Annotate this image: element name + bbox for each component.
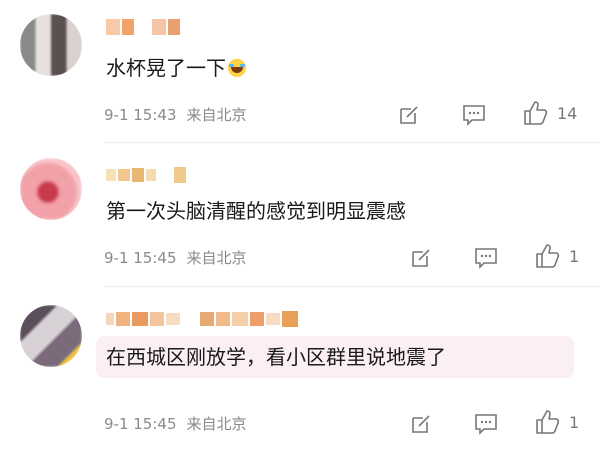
timestamp: 9-1 15:45 — [104, 415, 177, 433]
location: 来自北京 — [186, 249, 247, 267]
thumbs-up-icon — [524, 101, 548, 125]
comment-meta: 9-1 15:45 来自北京 — [104, 248, 247, 268]
timestamp: 9-1 15:43 — [104, 106, 177, 124]
reply-button[interactable] — [474, 246, 498, 270]
repost-icon — [412, 249, 430, 267]
username-blurred[interactable] — [106, 16, 180, 38]
thumbs-up-icon — [536, 410, 560, 434]
comment-text-highlighted: 在西城区刚放学，看小区群里说地震了 — [96, 336, 574, 378]
avatar[interactable] — [20, 305, 82, 367]
like-button[interactable]: 1 — [535, 410, 579, 434]
like-count: 1 — [569, 412, 580, 432]
reply-button[interactable] — [474, 412, 498, 436]
comment-icon — [463, 105, 485, 126]
divider — [104, 142, 600, 143]
comment-meta: 9-1 15:43 来自北京 — [104, 105, 247, 125]
comment-icon — [475, 248, 497, 269]
like-button[interactable]: 1 — [535, 244, 579, 268]
location: 来自北京 — [186, 106, 247, 124]
like-count: 1 — [569, 246, 580, 266]
timestamp: 9-1 15:45 — [104, 249, 177, 267]
avatar[interactable] — [20, 14, 82, 76]
location: 来自北京 — [186, 415, 247, 433]
like-button[interactable]: 14 — [523, 101, 577, 125]
avatar[interactable] — [20, 158, 82, 220]
repost-icon — [412, 415, 430, 433]
repost-button[interactable] — [410, 246, 432, 270]
username-blurred[interactable] — [106, 164, 186, 186]
repost-button[interactable] — [398, 103, 420, 127]
like-count: 14 — [557, 103, 578, 123]
comment-meta: 9-1 15:45 来自北京 — [104, 414, 247, 434]
repost-icon — [400, 106, 418, 124]
comment-icon — [475, 414, 497, 435]
laugh-cry-emoji-icon — [228, 59, 246, 77]
repost-button[interactable] — [410, 412, 432, 436]
comment-text: 第一次头脑清醒的感觉到明显震感 — [106, 199, 406, 223]
divider — [104, 286, 600, 287]
reply-button[interactable] — [462, 103, 486, 127]
username-blurred[interactable] — [106, 308, 298, 330]
thumbs-up-icon — [536, 244, 560, 268]
comment-text: 水杯晃了一下 — [106, 55, 246, 81]
